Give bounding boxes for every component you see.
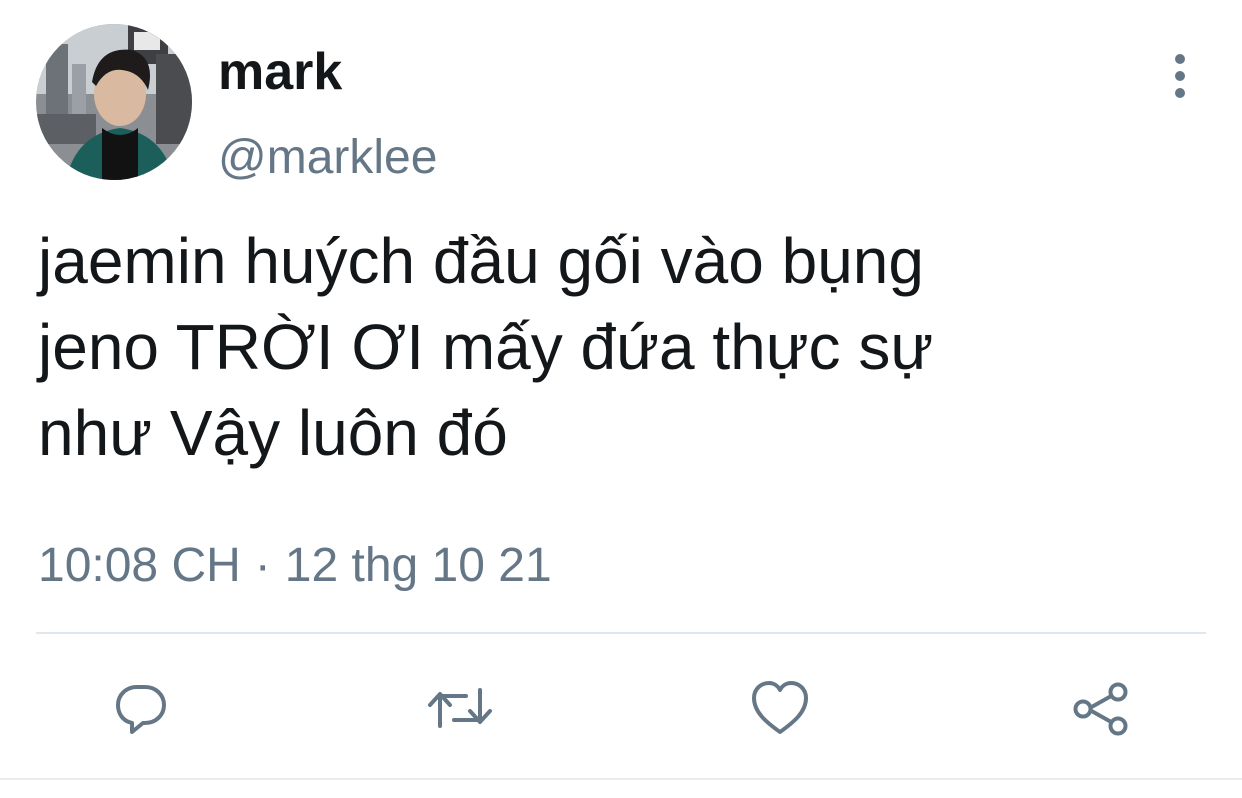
action-bar <box>0 672 1242 752</box>
tweet-timestamp[interactable]: 10:08 CH · 12 thg 10 21 <box>38 536 552 596</box>
user-handle[interactable]: @marklee <box>218 128 437 188</box>
share-button[interactable] <box>1066 672 1138 744</box>
divider <box>36 632 1206 634</box>
retweet-icon <box>428 688 492 728</box>
reply-button[interactable] <box>105 672 177 744</box>
tweet-time: 10:08 CH <box>38 539 241 592</box>
reply-icon <box>116 685 166 734</box>
meta-separator: · <box>254 539 271 592</box>
display-name[interactable]: mark <box>218 40 342 104</box>
like-icon <box>752 681 808 734</box>
more-vertical-icon <box>1175 54 1185 64</box>
profile-photo <box>36 24 192 180</box>
more-vertical-icon <box>1175 71 1185 81</box>
like-button[interactable] <box>744 672 816 744</box>
bottom-divider <box>0 778 1242 780</box>
tweet-text: jaemin huých đầu gối vào bụng jeno TRỜI … <box>38 225 934 469</box>
retweet-button[interactable] <box>424 672 496 744</box>
tweet-date: 12 thg 10 21 <box>284 539 552 592</box>
share-icon <box>1073 682 1128 736</box>
avatar[interactable] <box>36 24 192 180</box>
more-vertical-icon <box>1175 88 1185 98</box>
more-options-button[interactable] <box>1158 52 1202 100</box>
